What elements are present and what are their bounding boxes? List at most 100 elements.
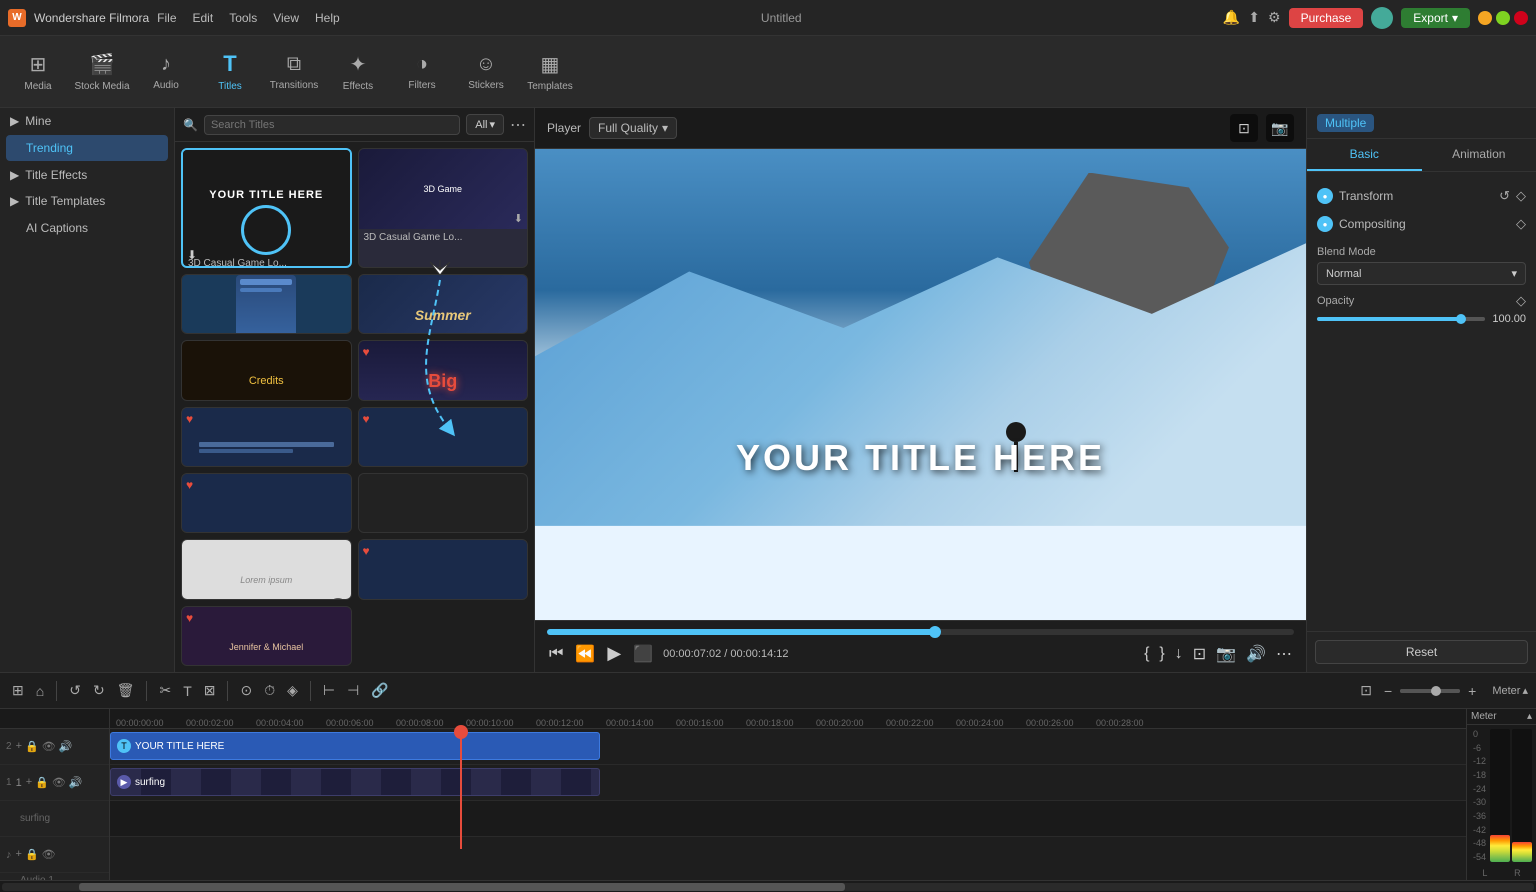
menu-view[interactable]: View <box>273 11 299 25</box>
mark-out-button[interactable]: } <box>1157 643 1166 665</box>
user-avatar[interactable] <box>1371 7 1393 29</box>
track-add-icon[interactable]: + <box>16 740 22 753</box>
zoom-fit-button[interactable]: ⊡ <box>1356 680 1376 701</box>
undo-button[interactable]: ↺ <box>65 680 85 701</box>
toolbar-titles[interactable]: T Titles <box>200 42 260 102</box>
color-button[interactable]: ◈ <box>283 680 302 701</box>
reset-button[interactable]: Reset <box>1315 640 1528 664</box>
maximize-button[interactable] <box>1496 11 1510 25</box>
settings-icon[interactable]: ⚙ <box>1268 9 1281 26</box>
toolbar-effects[interactable]: ✦ Effects <box>328 42 388 102</box>
list-item[interactable]: ♥ Big 3D Casual Game Titl... <box>358 340 529 400</box>
list-item[interactable]: 3D Game ⬇ 3D Casual Game Lo... <box>358 148 529 268</box>
fullscreen-button[interactable]: ⊡ <box>1230 114 1258 142</box>
opacity-thumb[interactable] <box>1456 314 1466 324</box>
time-button[interactable]: ⏱ <box>260 680 279 701</box>
screenshot-button[interactable]: 📷 <box>1266 114 1294 142</box>
compositing-toggle[interactable]: ● <box>1317 216 1333 232</box>
list-item[interactable]: + Basic 1 <box>358 473 529 533</box>
list-item[interactable]: ♥ Jennifer & Michael ⬇ Es Garden Wall Di… <box>181 606 352 666</box>
export-button[interactable]: Export ▾ <box>1401 8 1470 28</box>
track-audio-icon[interactable]: 🔊 <box>69 776 83 789</box>
play-button[interactable]: ▶ <box>605 641 623 666</box>
cut-button[interactable]: ✂ <box>155 680 175 701</box>
purchase-button[interactable]: Purchase <box>1289 8 1364 28</box>
share-icon[interactable]: ⬆ <box>1248 9 1260 26</box>
playhead[interactable] <box>460 729 462 849</box>
menu-edit[interactable]: Edit <box>193 11 214 25</box>
zoom-slider[interactable] <box>1400 689 1460 693</box>
track-add-icon[interactable]: + <box>16 848 22 861</box>
tab-animation[interactable]: Animation <box>1422 139 1536 171</box>
progress-thumb[interactable] <box>929 626 941 638</box>
transform-toggle[interactable]: ● <box>1317 188 1333 204</box>
stop-button[interactable]: ⬛ <box>631 642 655 666</box>
compositing-expand-icon[interactable]: ◇ <box>1516 216 1526 232</box>
timeline-tracks[interactable]: 00:00:00:00 00:00:02:00 00:00:04:00 00:0… <box>110 709 1466 880</box>
meter-toggle[interactable]: ▴ <box>1527 711 1532 722</box>
track-add-icon[interactable]: + <box>26 776 32 789</box>
crop-button[interactable]: ⊠ <box>200 680 220 701</box>
transform-expand-icon[interactable]: ◇ <box>1516 188 1526 204</box>
track-eye-icon[interactable]: 👁 <box>42 848 56 861</box>
list-item[interactable]: Summer ⬇ Summer Set Sunshi... <box>358 274 529 334</box>
list-item[interactable]: ♥ + Presentation Overlay... <box>358 407 529 467</box>
sidebar-item-ai-captions[interactable]: AI Captions <box>6 215 168 241</box>
toolbar-transitions[interactable]: ⧉ Transitions <box>264 42 324 102</box>
more-playback-button[interactable]: ⋯ <box>1274 642 1294 666</box>
track-eye-icon[interactable]: 👁 <box>42 740 56 753</box>
minimize-button[interactable] <box>1478 11 1492 25</box>
magnet-icon[interactable]: ⌂ <box>32 681 48 701</box>
delete-button[interactable]: 🗑 <box>113 680 139 701</box>
list-item[interactable]: ♥ Presentation Overlay... <box>181 407 352 467</box>
text-button[interactable]: T <box>179 681 196 701</box>
close-button[interactable] <box>1514 11 1528 25</box>
list-item[interactable]: Credits ⬇ Credit 6 <box>181 340 352 400</box>
speed-button[interactable]: ⊙ <box>236 680 256 701</box>
toolbar-stock-media[interactable]: 🎬 Stock Media <box>72 42 132 102</box>
timeline-scrollbar[interactable] <box>0 880 1536 892</box>
sidebar-item-title-templates[interactable]: ▶ Title Templates <box>0 188 174 214</box>
add-to-timeline-button[interactable]: ↓ <box>1173 643 1185 665</box>
list-item[interactable]: ♥ Presentation Overlay... <box>181 473 352 533</box>
opacity-expand-icon[interactable]: ◇ <box>1516 293 1526 309</box>
toolbar-media[interactable]: ⊞ Media <box>8 42 68 102</box>
volume-button[interactable]: 🔊 <box>1244 642 1268 666</box>
opacity-slider[interactable] <box>1317 317 1485 321</box>
menu-file[interactable]: File <box>157 11 176 25</box>
transform-section-header[interactable]: ● Transform ↺ ◇ <box>1317 182 1526 210</box>
mark-in-button[interactable]: { <box>1142 643 1151 665</box>
scene-icon[interactable]: ⊞ <box>8 680 28 701</box>
redo-button[interactable]: ↻ <box>89 680 109 701</box>
zoom-in-button[interactable]: + <box>1464 681 1480 701</box>
track-lock-icon[interactable]: 🔒 <box>25 848 39 861</box>
filter-all-button[interactable]: All ▾ <box>466 114 504 135</box>
notifications-icon[interactable]: 🔔 <box>1223 9 1240 26</box>
tab-basic[interactable]: Basic <box>1307 139 1422 171</box>
track-eye-icon[interactable]: 👁 <box>52 776 66 789</box>
sidebar-item-title-effects[interactable]: ▶ Title Effects <box>0 162 174 188</box>
zoom-out-button[interactable]: − <box>1380 681 1396 701</box>
template-card-featured[interactable]: YOUR TITLE HERE ⬇ 3D Casual Game Lo... <box>181 148 352 268</box>
snapshot-button[interactable]: 📷 <box>1214 642 1238 666</box>
menu-help[interactable]: Help <box>315 11 340 25</box>
list-item[interactable]: + Presentation Overlay... <box>181 274 352 334</box>
menu-tools[interactable]: Tools <box>229 11 257 25</box>
toolbar-stickers[interactable]: ☺ Stickers <box>456 42 516 102</box>
list-item[interactable]: Lorem ipsum + Basic 6 <box>181 539 352 599</box>
skip-back-button[interactable]: ⏮ <box>547 643 565 665</box>
sidebar-item-mine[interactable]: ▶ Mine <box>0 108 174 134</box>
split-button[interactable]: ⊢ <box>319 680 339 701</box>
toolbar-audio[interactable]: ♪ Audio <box>136 42 196 102</box>
toolbar-templates[interactable]: ▦ Templates <box>520 42 580 102</box>
transform-reset-icon[interactable]: ↺ <box>1499 188 1510 204</box>
frame-back-button[interactable]: ⏪ <box>573 642 597 666</box>
title-clip[interactable]: T YOUR TITLE HERE <box>110 732 600 760</box>
quality-selector[interactable]: Full Quality ▾ <box>589 117 677 139</box>
track-lock-icon[interactable]: 🔒 <box>35 776 49 789</box>
more-options-button[interactable]: ⋯ <box>510 115 526 135</box>
join-button[interactable]: ⊣ <box>343 680 363 701</box>
sidebar-item-trending[interactable]: Trending <box>6 135 168 161</box>
track-audio-icon[interactable]: 🔊 <box>59 740 73 753</box>
toolbar-filters[interactable]: ◑ Filters <box>392 42 452 102</box>
